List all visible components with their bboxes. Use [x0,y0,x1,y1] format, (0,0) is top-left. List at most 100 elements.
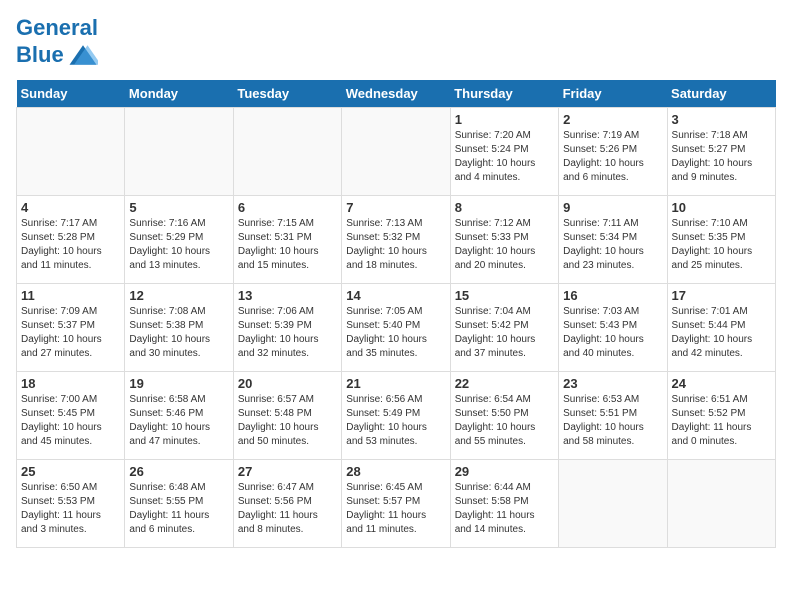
day-info: Sunrise: 6:48 AM Sunset: 5:55 PM Dayligh… [129,481,228,537]
calendar-cell: 10 Sunrise: 7:10 AM Sunset: 5:35 PM Dayli… [667,196,775,284]
day-info: Sunrise: 7:09 AM Sunset: 5:37 PM Dayligh… [21,305,120,361]
calendar-cell: 27Sunrise: 6:47 AM Sunset: 5:56 PM Dayli… [233,460,341,548]
day-header-sunday: Sunday [17,80,125,108]
day-number: 25 [21,464,120,479]
day-number: 15 [455,288,554,303]
calendar-cell: 21Sunrise: 6:56 AM Sunset: 5:49 PM Dayli… [342,372,450,460]
calendar-cell: 12Sunrise: 7:08 AM Sunset: 5:38 PM Dayli… [125,284,233,372]
page-header: General Blue [16,16,776,70]
day-header-saturday: Saturday [667,80,775,108]
day-number: 20 [238,376,337,391]
day-number: 9 [563,200,662,215]
calendar-cell: 22 Sunrise: 6:54 AM Sunset: 5:50 PM Dayli… [450,372,558,460]
day-info: Sunrise: 7:17 AM Sunset: 5:28 PM Dayligh… [21,217,120,273]
day-number: 14 [346,288,445,303]
calendar-cell: 3 Sunrise: 7:18 AM Sunset: 5:27 PM Daylig… [667,108,775,196]
calendar-cell [233,108,341,196]
day-header-monday: Monday [125,80,233,108]
day-info: Sunrise: 6:58 AM Sunset: 5:46 PM Dayligh… [129,393,228,449]
day-info: Sunrise: 7:03 AM Sunset: 5:43 PM Dayligh… [563,305,662,361]
calendar-cell [559,460,667,548]
day-info: Sunrise: 7:20 AM Sunset: 5:24 PM Dayligh… [455,129,554,185]
calendar-table: SundayMondayTuesdayWednesdayThursdayFrid… [16,80,776,548]
day-number: 22 [455,376,554,391]
calendar-week-3: 11 Sunrise: 7:09 AM Sunset: 5:37 PM Dayli… [17,284,776,372]
calendar-cell: 11 Sunrise: 7:09 AM Sunset: 5:37 PM Dayli… [17,284,125,372]
calendar-cell: 25 Sunrise: 6:50 AM Sunset: 5:53 PM Dayli… [17,460,125,548]
calendar-cell: 28 Sunrise: 6:45 AM Sunset: 5:57 PM Dayli… [342,460,450,548]
day-number: 4 [21,200,120,215]
day-header-tuesday: Tuesday [233,80,341,108]
day-number: 10 [672,200,771,215]
day-info: Sunrise: 7:10 AM Sunset: 5:35 PM Dayligh… [672,217,771,273]
calendar-cell: 6 Sunrise: 7:15 AM Sunset: 5:31 PM Daylig… [233,196,341,284]
day-number: 26 [129,464,228,479]
calendar-cell: 20 Sunrise: 6:57 AM Sunset: 5:48 PM Dayli… [233,372,341,460]
day-number: 11 [21,288,120,303]
calendar-cell: 7 Sunrise: 7:13 AM Sunset: 5:32 PM Daylig… [342,196,450,284]
day-number: 7 [346,200,445,215]
calendar-cell: 16 Sunrise: 7:03 AM Sunset: 5:43 PM Dayli… [559,284,667,372]
calendar-cell [342,108,450,196]
day-info: Sunrise: 7:11 AM Sunset: 5:34 PM Dayligh… [563,217,662,273]
day-info: Sunrise: 6:57 AM Sunset: 5:48 PM Dayligh… [238,393,337,449]
day-info: Sunrise: 6:54 AM Sunset: 5:50 PM Dayligh… [455,393,554,449]
day-number: 19 [129,376,228,391]
day-info: Sunrise: 7:18 AM Sunset: 5:27 PM Dayligh… [672,129,771,185]
day-info: Sunrise: 6:53 AM Sunset: 5:51 PM Dayligh… [563,393,662,449]
day-header-thursday: Thursday [450,80,558,108]
day-header-friday: Friday [559,80,667,108]
day-number: 13 [238,288,337,303]
day-info: Sunrise: 6:45 AM Sunset: 5:57 PM Dayligh… [346,481,445,537]
day-number: 2 [563,112,662,127]
calendar-cell: 17 Sunrise: 7:01 AM Sunset: 5:44 PM Dayli… [667,284,775,372]
day-number: 8 [455,200,554,215]
day-number: 28 [346,464,445,479]
calendar-cell: 8Sunrise: 7:12 AM Sunset: 5:33 PM Daylig… [450,196,558,284]
day-info: Sunrise: 7:04 AM Sunset: 5:42 PM Dayligh… [455,305,554,361]
day-number: 5 [129,200,228,215]
logo-text: General [16,16,98,40]
calendar-cell: 26 Sunrise: 6:48 AM Sunset: 5:55 PM Dayli… [125,460,233,548]
day-number: 29 [455,464,554,479]
day-info: Sunrise: 7:05 AM Sunset: 5:40 PM Dayligh… [346,305,445,361]
day-number: 24 [672,376,771,391]
calendar-cell: 15 Sunrise: 7:04 AM Sunset: 5:42 PM Dayli… [450,284,558,372]
day-info: Sunrise: 7:16 AM Sunset: 5:29 PM Dayligh… [129,217,228,273]
calendar-week-1: 1Sunrise: 7:20 AM Sunset: 5:24 PM Daylig… [17,108,776,196]
day-number: 6 [238,200,337,215]
day-info: Sunrise: 7:06 AM Sunset: 5:39 PM Dayligh… [238,305,337,361]
calendar-cell: 29Sunrise: 6:44 AM Sunset: 5:58 PM Dayli… [450,460,558,548]
day-number: 18 [21,376,120,391]
calendar-cell [17,108,125,196]
logo-text-blue: Blue [16,40,98,70]
calendar-cell: 23Sunrise: 6:53 AM Sunset: 5:51 PM Dayli… [559,372,667,460]
calendar-cell: 13 Sunrise: 7:06 AM Sunset: 5:39 PM Dayli… [233,284,341,372]
calendar-cell: 1Sunrise: 7:20 AM Sunset: 5:24 PM Daylig… [450,108,558,196]
day-info: Sunrise: 7:01 AM Sunset: 5:44 PM Dayligh… [672,305,771,361]
calendar-cell [125,108,233,196]
day-number: 27 [238,464,337,479]
calendar-week-2: 4 Sunrise: 7:17 AM Sunset: 5:28 PM Daylig… [17,196,776,284]
calendar-week-5: 25 Sunrise: 6:50 AM Sunset: 5:53 PM Dayli… [17,460,776,548]
logo: General Blue [16,16,98,70]
day-info: Sunrise: 7:08 AM Sunset: 5:38 PM Dayligh… [129,305,228,361]
day-number: 21 [346,376,445,391]
day-header-wednesday: Wednesday [342,80,450,108]
calendar-cell: 14 Sunrise: 7:05 AM Sunset: 5:40 PM Dayli… [342,284,450,372]
day-info: Sunrise: 7:19 AM Sunset: 5:26 PM Dayligh… [563,129,662,185]
calendar-cell: 2 Sunrise: 7:19 AM Sunset: 5:26 PM Daylig… [559,108,667,196]
day-number: 16 [563,288,662,303]
day-info: Sunrise: 6:51 AM Sunset: 5:52 PM Dayligh… [672,393,771,449]
day-info: Sunrise: 7:15 AM Sunset: 5:31 PM Dayligh… [238,217,337,273]
calendar-header-row: SundayMondayTuesdayWednesdayThursdayFrid… [17,80,776,108]
day-info: Sunrise: 6:50 AM Sunset: 5:53 PM Dayligh… [21,481,120,537]
day-info: Sunrise: 7:00 AM Sunset: 5:45 PM Dayligh… [21,393,120,449]
day-info: Sunrise: 7:13 AM Sunset: 5:32 PM Dayligh… [346,217,445,273]
calendar-cell [667,460,775,548]
calendar-cell: 5 Sunrise: 7:16 AM Sunset: 5:29 PM Daylig… [125,196,233,284]
calendar-week-4: 18 Sunrise: 7:00 AM Sunset: 5:45 PM Dayli… [17,372,776,460]
day-number: 17 [672,288,771,303]
day-number: 3 [672,112,771,127]
calendar-cell: 9 Sunrise: 7:11 AM Sunset: 5:34 PM Daylig… [559,196,667,284]
